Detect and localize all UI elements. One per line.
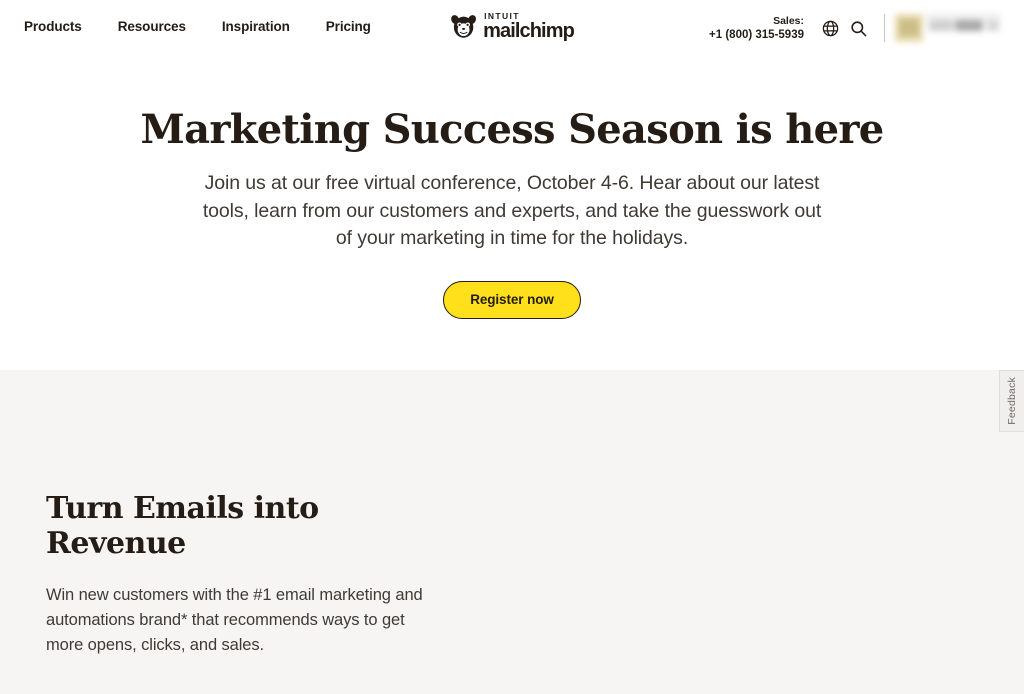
hero-title: Marketing Success Season is here — [140, 106, 885, 153]
feedback-tab-label: Feedback — [1006, 377, 1018, 425]
header-utility-area: Sales: +1 (800) 315-5939 — [709, 11, 1024, 45]
freddie-monkey-icon — [451, 15, 476, 39]
globe-icon — [822, 20, 838, 36]
logo-wordmark-mailchimp: mailchimp — [483, 19, 575, 42]
mailchimp-logo[interactable]: INTUIT mailchimp — [450, 12, 575, 42]
nav-item-products[interactable]: Products — [24, 19, 82, 35]
site-header: Products Resources Inspiration Pricing I… — [0, 0, 1024, 55]
hero-cta-wrap: Register now — [0, 280, 1024, 319]
nav-item-inspiration[interactable]: Inspiration — [222, 19, 290, 35]
sales-label: Sales: — [773, 15, 804, 27]
revenue-copy-block: Turn Emails into Revenue Win new custome… — [46, 491, 446, 658]
hero-section: Marketing Success Season is here Join us… — [0, 55, 1024, 379]
revenue-section: Turn Emails into Revenue Win new custome… — [0, 370, 1024, 694]
revenue-body-text: Win new customers with the #1 email mark… — [46, 586, 423, 654]
search-button[interactable] — [844, 14, 872, 42]
sales-contact: Sales: +1 (800) 315-5939 — [709, 14, 804, 42]
sales-phone-link[interactable]: +1 (800) 315-5939 — [709, 28, 804, 42]
primary-nav: Products Resources Inspiration Pricing — [0, 0, 371, 35]
page-root: Products Resources Inspiration Pricing I… — [0, 0, 1024, 694]
header-divider — [884, 14, 885, 42]
hero-body-text: Join us at our free virtual conference, … — [202, 172, 822, 249]
account-controls-blurred[interactable] — [895, 11, 1009, 45]
feedback-tab[interactable]: Feedback — [999, 370, 1024, 432]
nav-item-resources[interactable]: Resources — [118, 19, 186, 35]
register-now-button[interactable]: Register now — [443, 280, 581, 319]
language-selector-button[interactable] — [816, 14, 844, 42]
nav-item-pricing[interactable]: Pricing — [326, 19, 371, 35]
revenue-title: Turn Emails into Revenue — [46, 491, 319, 561]
search-icon — [850, 20, 866, 36]
